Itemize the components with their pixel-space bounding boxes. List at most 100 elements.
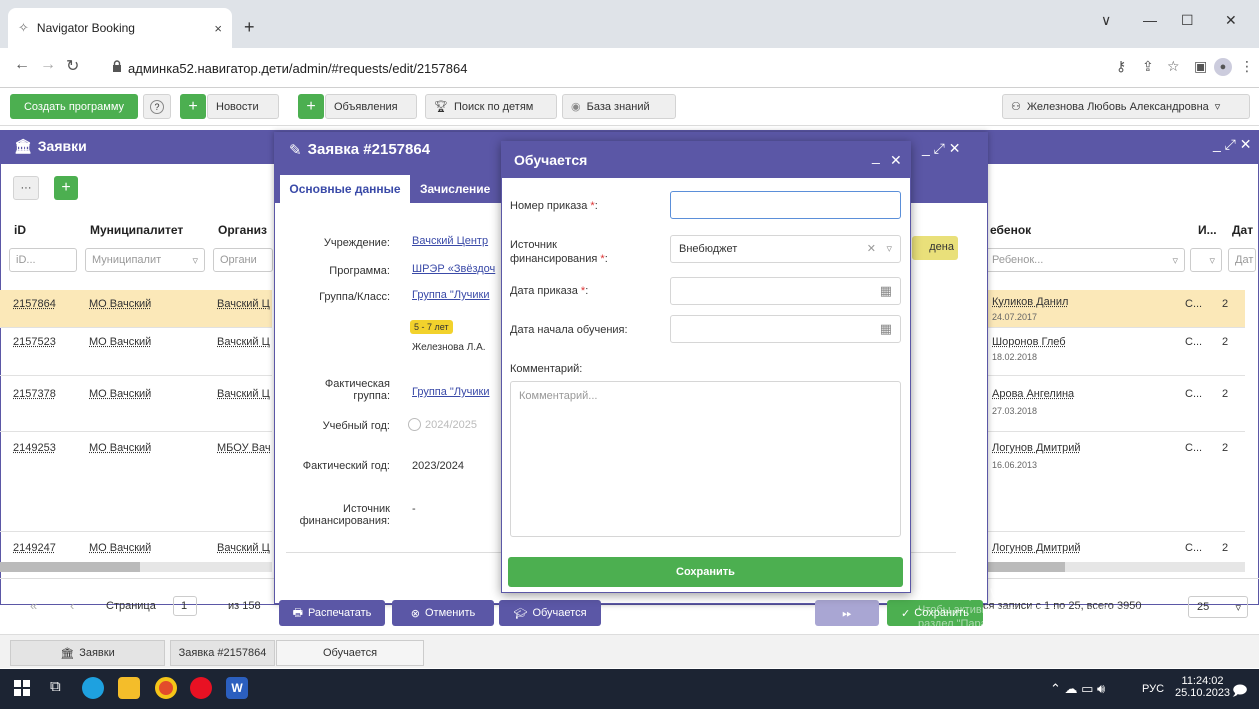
table-row[interactable]: Логунов Дмитрий 16.06.2013 С... 2 [985,432,1245,532]
actual-group-link[interactable]: Группа "Лучики [412,386,490,398]
minimize-dialog-icon[interactable]: _ [872,148,880,164]
maximize-window-button[interactable]: ☐ [1181,12,1194,29]
chrome-icon[interactable] [155,677,177,699]
close-dialog-icon[interactable]: ✕ [890,152,902,169]
url-field[interactable]: админка52.навигатор.дети/admin/#requests… [128,61,467,76]
page-size-select[interactable]: 25 ▿ [1188,596,1248,618]
table-row[interactable]: Логунов Дмитрий С... 2 [985,532,1245,560]
funding-label: Источник финансирования: [299,503,390,527]
table-row[interactable]: 2157864 МО Вачский Вачский Ц [0,290,272,328]
tray-icons[interactable]: ⌃ ☁ ▭ 🔊︎ [1050,681,1105,697]
horizontal-scrollbar-right[interactable] [985,562,1245,572]
windows-start-icon[interactable] [14,680,30,696]
reload-icon[interactable]: ↻ [66,56,79,76]
filter-id-input[interactable]: iD... [9,248,77,272]
column-header-i[interactable]: И... [1198,223,1217,237]
announcements-button[interactable]: Объявления [325,94,417,119]
teacher-name: Железнова Л.А. [412,342,486,353]
more-options-button[interactable]: ··· [13,176,39,200]
opera-icon[interactable] [190,677,212,699]
word-icon[interactable]: W [226,677,248,699]
close-tab-icon[interactable]: × [214,21,222,36]
print-button[interactable]: 🖶︎ Распечатать [279,600,385,626]
search-children-button[interactable]: 🏆︎ Поиск по детям [425,94,557,119]
table-row[interactable]: Арова Ангелина 27.03.2018 С... 2 [985,376,1245,432]
table-row[interactable]: 2149247 МО Вачский Вачский Ц [0,532,272,560]
new-tab-button[interactable]: + [244,17,255,38]
column-header-id[interactable]: iD [14,223,26,237]
tab-search-icon[interactable]: ∨ [1101,12,1111,29]
add-request-button[interactable]: + [54,176,78,200]
column-header-municipality[interactable]: Муниципалитет [90,223,183,237]
program-label: Программа: [329,265,390,277]
start-date-input[interactable]: ▦ [670,315,901,343]
forward-arrow-icon[interactable]: → [40,56,56,74]
browser-tab[interactable]: ✧ Navigator Booking × [8,8,232,48]
group-link[interactable]: Группа "Лучики [412,289,490,301]
school-year-radio[interactable]: 2024/2025 [408,418,477,431]
tab-main-data[interactable]: Основные данные [280,175,410,203]
close-window-button[interactable]: ✕ [1225,12,1237,29]
horizontal-scrollbar[interactable] [0,562,272,572]
filter-child-input[interactable]: Ребенок... ▿ [985,248,1185,272]
column-header-child[interactable]: ебенок [990,223,1031,237]
filter-date-input[interactable]: Дат [1228,248,1256,272]
window-tab-studying[interactable]: Обучается [276,640,424,666]
knowledge-base-button[interactable]: ◉ База знаний [562,94,676,119]
request-window-controls[interactable]: _ ⤢ ✕ [922,140,961,157]
profile-avatar-icon[interactable]: ● [1214,58,1232,76]
chevron-down-icon: ▿ [886,243,892,255]
user-menu-button[interactable]: ⚇ Железнова Любовь Александровна ▿ [1002,94,1250,119]
tab-enrollment[interactable]: Зачисление [420,182,490,196]
news-button[interactable]: Новости [207,94,279,119]
prev-page-icon[interactable]: ‹ [70,598,74,613]
studying-button[interactable]: 🎓︎ Обучается [499,600,601,626]
table-row[interactable]: Куликов Данил 24.07.2017 С... 2 [985,290,1245,328]
page-number-input[interactable]: 1 [173,596,197,616]
institution-link[interactable]: Вачский Центр [412,235,488,247]
taskbar-clock[interactable]: 11:24:02 25.10.2023 [1175,675,1230,699]
filter-organization-input[interactable]: Органи [213,248,273,272]
first-page-icon[interactable]: « [30,598,37,613]
window-tab-request[interactable]: Заявка #2157864 [170,640,275,666]
window-tab-requests[interactable]: 🏛︎ Заявки [10,640,165,666]
sidebar-icon[interactable]: ▣ [1194,58,1207,75]
clear-icon[interactable]: ✕ [867,242,876,255]
table-row[interactable]: 2157378 МО Вачский Вачский Ц [0,376,272,432]
key-icon[interactable]: ⚷ [1116,58,1126,75]
comment-textarea[interactable]: Комментарий... [510,381,901,537]
table-row[interactable]: 2149253 МО Вачский МБОУ Вач [0,432,272,532]
order-number-input[interactable] [670,191,901,219]
funding-value: - [412,503,416,515]
edge-icon[interactable] [82,677,104,699]
next-step-button[interactable]: ⏩︎ [815,600,879,626]
funding-source-select[interactable]: Внебюджет ✕ ▿ [670,235,901,263]
help-button[interactable]: ? [143,94,171,119]
save-studying-button[interactable]: Сохранить [508,557,903,587]
requests-window-controls[interactable]: _ ⤢ ✕ [1213,136,1252,153]
filter-municipality-input[interactable]: Муниципалит ▿ [85,248,205,272]
bank-icon: 🏛︎ [60,647,75,660]
share-icon[interactable]: ⇪ [1142,58,1154,75]
create-program-button[interactable]: Создать программу [10,94,138,119]
column-header-date[interactable]: Дат [1232,223,1253,237]
file-explorer-icon[interactable] [118,677,140,699]
back-arrow-icon[interactable]: ← [14,56,30,74]
order-date-input[interactable]: ▦ [670,277,901,305]
cancel-request-button[interactable]: ⊗ Отменить [392,600,494,626]
notifications-icon[interactable]: 🗩︎ [1232,680,1248,704]
task-view-icon[interactable]: ⧉ [50,678,61,695]
table-row[interactable]: Шоронов Глеб 18.02.2018 С... 2 [985,328,1245,376]
program-link[interactable]: ШРЭР «Звёздоч [412,263,495,275]
language-indicator[interactable]: РУС [1142,683,1164,695]
calendar-icon[interactable]: ▦ [880,321,892,337]
minimize-window-button[interactable]: — [1143,12,1157,28]
bookmark-star-icon[interactable]: ☆ [1167,58,1180,75]
filter-i-select[interactable]: ▿ [1190,248,1222,272]
calendar-icon[interactable]: ▦ [880,283,892,299]
column-header-organization[interactable]: Организ [218,223,267,237]
browser-menu-icon[interactable]: ⋮ [1240,58,1254,75]
add-announcement-icon[interactable]: + [298,94,324,119]
add-news-icon[interactable]: + [180,94,206,119]
table-row[interactable]: 2157523 МО Вачский Вачский Ц [0,328,272,376]
